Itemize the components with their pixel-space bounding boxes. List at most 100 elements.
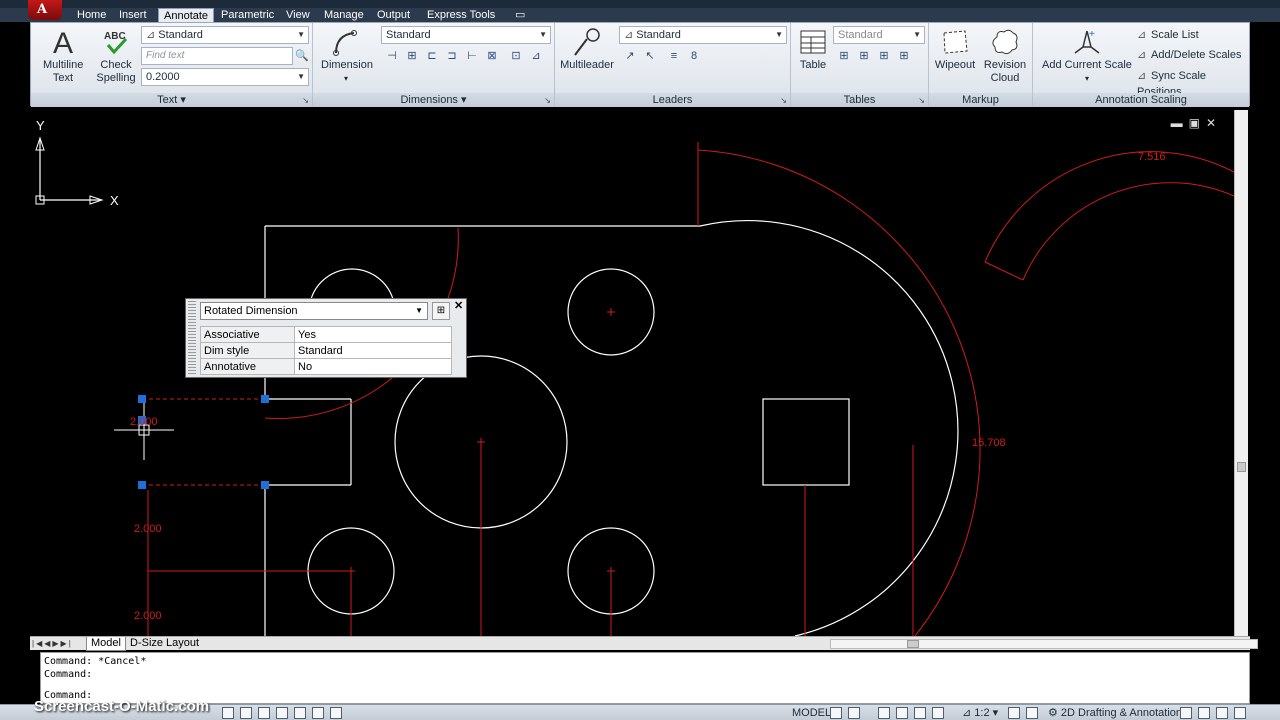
scroll-thumb[interactable] [1237,462,1246,472]
sync-scale-positions-icon: ⊿ [1137,70,1147,82]
minimize-icon[interactable]: ▬ [1171,116,1189,130]
application-menu-button[interactable]: A [28,0,62,20]
tab-manage[interactable]: Manage [319,8,369,22]
table-row[interactable]: Associative Yes [200,326,452,343]
layout-nav-arrows[interactable]: |◀◀▶▶| [32,637,73,651]
table-row[interactable]: Annotative No [200,358,452,375]
quick-view-layouts-icon[interactable] [830,707,842,719]
dimension-button[interactable]: Dimension ▾ [321,27,373,85]
extract-data-icon[interactable]: ⊞ [855,47,873,65]
dialog-launcher-icon[interactable]: ↘ [544,96,551,105]
find-text-input[interactable]: Find text [141,47,293,65]
add-leader-icon[interactable]: ↗ [621,47,639,65]
pan-icon[interactable] [878,707,890,719]
hardware-acceleration-icon[interactable] [1198,707,1210,719]
dim-baseline-icon[interactable]: ⊏ [423,47,441,65]
grid-icon[interactable] [240,707,252,719]
tab-express-tools[interactable]: Express Tools [422,8,500,22]
dim-space-icon[interactable]: ⊐ [443,47,461,65]
steering-wheel-icon[interactable] [914,707,926,719]
find-replace-icon[interactable]: 🔍 [293,47,311,65]
polar-icon[interactable] [276,707,288,719]
dim-continue-icon[interactable]: ⊞ [403,47,421,65]
dimensions-panel-title[interactable]: Dimensions ▾ [313,93,554,107]
ortho-icon[interactable] [258,707,270,719]
snap-icon[interactable] [222,707,234,719]
vertical-scrollbar[interactable] [1234,110,1248,636]
tables-panel-title[interactable]: Tables [791,93,928,107]
tab-parametric[interactable]: Parametric [216,8,279,22]
viewport-controls[interactable]: ▬▣✕ [1171,116,1222,130]
title-bar [0,0,1280,8]
dialog-launcher-icon[interactable]: ↘ [302,96,309,105]
dim-oblique-icon[interactable]: ⊿ [527,47,545,65]
leaders-panel-title[interactable]: Leaders [555,93,790,107]
auto-scale-icon[interactable] [1026,707,1038,719]
collect-leader-icon[interactable]: 8 [685,47,703,65]
tab-home[interactable]: Home [72,8,111,22]
otrack-icon[interactable] [312,707,324,719]
palette-grip-handle[interactable] [188,301,196,375]
clean-screen-icon[interactable] [1234,707,1246,719]
check-spelling-button[interactable]: ABC Check Spelling [93,27,139,85]
dim-inspect-icon[interactable]: ⊠ [483,47,501,65]
tab-output[interactable]: Output [372,8,415,22]
sync-scale-positions-button[interactable]: ⊿ Sync Scale Positions [1137,68,1249,98]
upload-source-icon[interactable]: ⊞ [895,47,913,65]
multileader-button[interactable]: Multileader [559,27,615,72]
tab-model[interactable]: Model [86,637,126,651]
model-space-toggle[interactable]: MODEL [792,706,831,720]
isolate-objects-icon[interactable] [1216,707,1228,719]
lineweight-icon[interactable] [330,707,342,719]
annotation-scaling-panel-title[interactable]: Annotation Scaling [1033,93,1249,107]
zoom-icon[interactable] [896,707,908,719]
table-row[interactable]: Dim style Standard [200,342,452,359]
object-type-select[interactable]: Rotated Dimension ▼ [200,302,428,320]
horizontal-scrollbar[interactable] [830,639,1258,649]
add-delete-scales-button[interactable]: ⊿ Add/Delete Scales [1137,47,1242,63]
data-link-icon[interactable]: ⊞ [835,47,853,65]
leaders-panel: Multileader ⊿ Standard ▼ ↗ ↖ ≡ 8 Leaders … [555,23,791,107]
annotation-scale-select[interactable]: ⊿ 1:2 ▾ [962,706,998,720]
dialog-launcher-icon[interactable]: ↘ [918,96,925,105]
restore-icon[interactable]: ▣ [1189,116,1206,130]
remove-leader-icon[interactable]: ↖ [641,47,659,65]
toolbar-lock-icon[interactable] [1180,707,1192,719]
ribbon-tab-bar: Home Insert Annotate Parametric View Man… [0,8,1280,22]
command-line[interactable]: Command: *Cancel* Command: Command: [40,652,1250,704]
dim-break-icon[interactable]: ⊢ [463,47,481,65]
scroll-thumb[interactable] [907,640,919,648]
showmotion-icon[interactable] [932,707,944,719]
text-panel-title[interactable]: Text ▾ [31,93,312,107]
tab-view[interactable]: View [281,8,315,22]
gear-icon: ⚙ [1048,707,1061,719]
tab-annotate[interactable]: Annotate [158,8,215,22]
dim-quick-icon[interactable]: ⊣ [383,47,401,65]
text-style-select[interactable]: ⊿ Standard ▼ [141,26,309,44]
revision-cloud-button[interactable]: Revision Cloud [981,27,1029,85]
mleader-style-select[interactable]: ⊿ Standard ▼ [619,26,787,44]
table-button[interactable]: Table [795,27,831,72]
tab-insert[interactable]: Insert [114,8,152,22]
dim-update-icon[interactable]: ⊡ [507,47,525,65]
wipeout-button[interactable]: Wipeout [933,27,977,72]
annotation-visibility-icon[interactable] [1008,707,1020,719]
quick-view-drawings-icon[interactable] [848,707,860,719]
osnap-icon[interactable] [294,707,306,719]
tab-d-size-layout[interactable]: D-Size Layout [126,637,203,651]
multiline-text-button[interactable]: A Multiline Text [39,27,87,85]
table-style-select[interactable]: Standard ▼ [833,26,925,44]
ribbon-minimize-icon[interactable]: ▭ [510,8,530,22]
text-height-select[interactable]: 0.2000 ▼ [141,68,309,86]
align-leader-icon[interactable]: ≡ [665,47,683,65]
dim-style-select[interactable]: Standard ▼ [381,26,551,44]
add-current-scale-button[interactable]: + Add Current Scale ▾ [1039,27,1135,85]
scale-list-button[interactable]: ⊿ Scale List [1137,27,1199,43]
markup-panel-title[interactable]: Markup [929,93,1032,107]
customize-icon[interactable]: ⊞ [432,302,450,320]
close-icon[interactable]: ✕ [454,299,466,312]
close-icon[interactable]: ✕ [1206,116,1222,130]
download-source-icon[interactable]: ⊞ [875,47,893,65]
dialog-launcher-icon[interactable]: ↘ [780,96,787,105]
workspace-switch[interactable]: ⚙ 2D Drafting & Annotation ▾ [1048,706,1191,720]
